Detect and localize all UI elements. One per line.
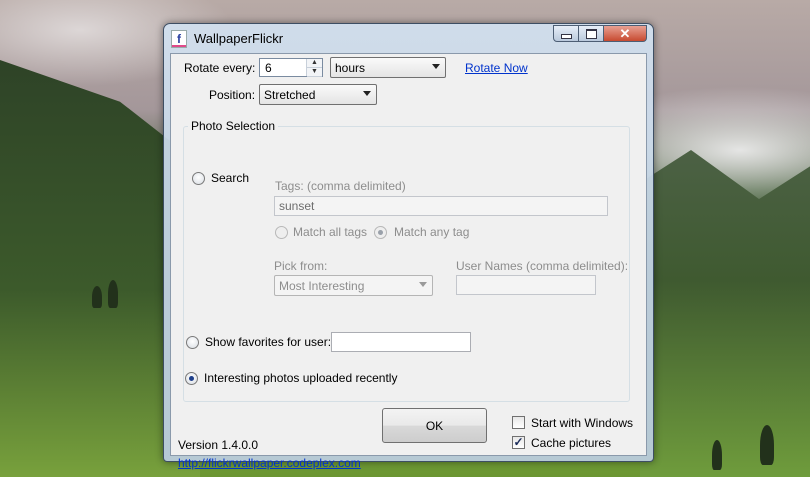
search-radio[interactable] (192, 172, 205, 185)
chevron-down-icon (363, 91, 371, 96)
wallpaper-tree (712, 440, 722, 470)
position-select[interactable]: Stretched (259, 84, 377, 105)
rotate-unit-value: hours (335, 61, 366, 75)
chevron-down-icon (432, 64, 440, 69)
position-label: Position: (209, 88, 256, 102)
match-all-label: Match all tags (293, 225, 368, 239)
search-label: Search (211, 171, 250, 185)
flickr-app-icon: f (171, 30, 187, 48)
dialog-client-area: Rotate every: 6 ▲ ▼ hours Rotate Now Pos… (170, 53, 647, 470)
start-with-windows-label: Start with Windows (531, 416, 634, 430)
caption-buttons: ✕ (553, 25, 647, 43)
minimize-button[interactable] (553, 25, 579, 42)
wallpaper-tree (108, 280, 118, 308)
user-names-input[interactable] (456, 275, 596, 295)
match-all-radio[interactable] (275, 226, 288, 239)
cache-pictures-checkbox[interactable]: ✓ (512, 436, 525, 449)
version-text: Version 1.4.0.0 (178, 438, 259, 452)
rotate-unit-select[interactable]: hours (330, 57, 446, 78)
tags-label: Tags: (comma delimited) (275, 179, 406, 193)
rotate-interval-stepper[interactable]: 6 ▲ ▼ (259, 58, 323, 77)
rotate-interval-value: 6 (265, 61, 272, 75)
favorites-label: Show favorites for user: (205, 335, 332, 349)
close-icon: ✕ (619, 25, 631, 41)
photo-selection-title: Photo Selection (188, 119, 279, 133)
user-names-label: User Names (comma delimited): (456, 259, 629, 273)
position-value: Stretched (264, 88, 316, 102)
wallpaper-tree (92, 286, 102, 308)
pick-from-label: Pick from: (274, 259, 328, 273)
window-title: WallpaperFlickr (194, 31, 284, 46)
wallpaper-hill-right (640, 150, 810, 477)
pick-from-value: Most Interesting (279, 279, 365, 293)
homepage-link[interactable]: http://flickrwallpaper.codeplex.com (178, 456, 361, 470)
rotate-every-label: Rotate every: (184, 61, 256, 75)
chevron-down-icon (419, 282, 427, 287)
pick-from-select[interactable]: Most Interesting (274, 275, 433, 296)
favorites-radio[interactable] (186, 336, 199, 349)
checkmark-icon: ✓ (513, 435, 524, 449)
interesting-label: Interesting photos uploaded recently (204, 371, 398, 385)
close-button[interactable]: ✕ (604, 25, 647, 42)
start-with-windows-checkbox[interactable] (512, 416, 525, 429)
favorites-user-input[interactable] (331, 332, 471, 352)
rotate-now-link[interactable]: Rotate Now (465, 61, 528, 75)
spin-up-icon[interactable]: ▲ (307, 59, 322, 68)
tags-input[interactable]: sunset (274, 196, 608, 216)
interesting-radio[interactable] (185, 372, 198, 385)
maximize-button[interactable] (579, 25, 604, 42)
wallpaperflickr-window: f WallpaperFlickr ✕ Rotate every: 6 ▲ ▼ … (163, 23, 654, 470)
wallpaper-tree (760, 425, 774, 465)
maximize-icon (585, 28, 597, 39)
spin-down-icon[interactable]: ▼ (307, 68, 322, 77)
match-any-radio[interactable] (374, 226, 387, 239)
ok-button[interactable]: OK (382, 408, 487, 443)
minimize-icon (560, 33, 572, 39)
cache-pictures-label: Cache pictures (531, 436, 612, 450)
match-any-label: Match any tag (394, 225, 470, 239)
